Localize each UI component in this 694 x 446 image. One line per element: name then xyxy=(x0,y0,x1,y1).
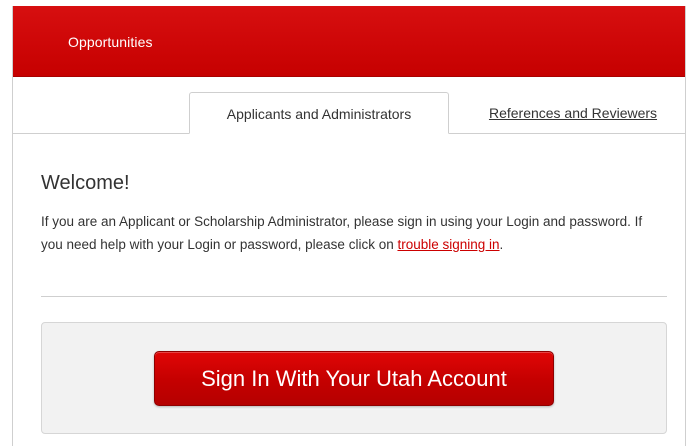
welcome-heading: Welcome! xyxy=(41,172,130,194)
section-divider xyxy=(41,296,667,297)
intro-text-end: . xyxy=(499,237,504,252)
tab-label: References and Reviewers xyxy=(488,105,658,121)
trouble-signing-in-link[interactable]: trouble signing in xyxy=(397,237,499,252)
intro-text-part: If you are an Applicant or Scholarship A… xyxy=(41,214,643,252)
tab-label: Applicants and Administrators xyxy=(226,106,412,122)
sign-in-utah-account-button[interactable]: Sign In With Your Utah Account xyxy=(154,351,554,406)
intro-text: If you are an Applicant or Scholarship A… xyxy=(41,210,661,256)
page-frame: Opportunities Applicants and Administrat… xyxy=(12,6,686,446)
tab-applicants-and-administrators[interactable]: Applicants and Administrators xyxy=(189,92,449,134)
nav-link-opportunities[interactable]: Opportunities xyxy=(68,34,153,50)
top-nav-bar: Opportunities xyxy=(13,6,685,77)
signin-panel: Sign In With Your Utah Account xyxy=(41,322,667,434)
login-tabs: Applicants and Administrators References… xyxy=(13,92,685,134)
tab-references-and-reviewers[interactable]: References and Reviewers xyxy=(459,92,687,134)
